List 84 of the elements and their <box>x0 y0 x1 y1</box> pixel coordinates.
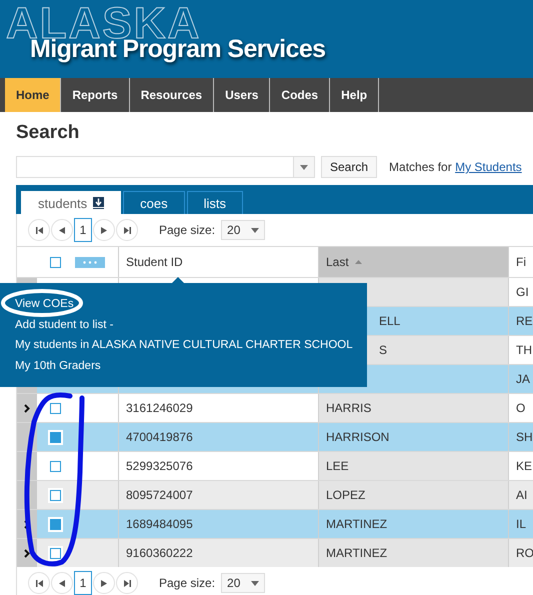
table-cell: 4700419876 <box>126 430 193 444</box>
table-cell: LOPEZ <box>326 488 366 502</box>
table-cell: SH <box>516 430 533 444</box>
last-page-button[interactable] <box>116 572 138 594</box>
menu-item[interactable]: Add student to list - <box>15 314 114 335</box>
table-cell: GI <box>516 285 529 299</box>
search-field[interactable] <box>16 156 315 178</box>
table-row[interactable]: 8095724007 LOPEZ AI <box>17 480 533 509</box>
previous-page-button[interactable] <box>51 219 73 241</box>
table-cell: 1689484095 <box>126 517 193 531</box>
right-triangle-icon <box>101 580 107 586</box>
row-checkbox[interactable] <box>50 548 61 558</box>
chevron-right-icon[interactable] <box>24 404 30 412</box>
nav-item[interactable]: Reports <box>61 78 130 112</box>
table-cell: RE <box>516 314 533 328</box>
menu-item[interactable]: My 10th Graders <box>15 356 101 376</box>
table-cell: 3161246029 <box>126 401 193 415</box>
row-checkbox[interactable] <box>50 518 61 530</box>
table-cell: MARTINEZ <box>326 517 388 531</box>
last-page-icon <box>124 226 130 234</box>
nav-item[interactable]: Users <box>214 78 270 112</box>
page-size-label: Page size: <box>159 223 216 237</box>
table-cell: JA <box>516 372 530 386</box>
table-row[interactable]: 5299325076 LEE KE <box>17 451 533 480</box>
table-row[interactable]: 4700419876 HARRISON SH <box>17 422 533 451</box>
table-cell: 8095724007 <box>126 488 193 502</box>
menu-item[interactable]: View COEs <box>15 294 74 314</box>
page-size-label: Page size: <box>159 576 216 590</box>
chevron-right-icon[interactable] <box>24 548 30 558</box>
table-cell: AI <box>516 488 528 502</box>
menu-item[interactable]: My students in ALASKA NATIVE CULTURAL CHARTER SCHOOL <box>15 335 353 356</box>
tab[interactable]: lists <box>186 191 244 214</box>
table-cell: LEE <box>326 459 349 473</box>
next-page-button[interactable] <box>93 219 115 241</box>
nav-item[interactable]: Codes <box>270 78 330 112</box>
first-page-icon <box>36 226 42 234</box>
matches-text: Matches for My Students <box>389 160 522 174</box>
last-page-button[interactable] <box>116 219 138 241</box>
table-cell: ELL <box>379 314 400 328</box>
nav-item[interactable]: Home <box>5 78 62 112</box>
table-cell: S <box>379 343 388 357</box>
row-checkbox[interactable] <box>50 432 61 442</box>
previous-page-button[interactable] <box>51 572 73 594</box>
search-button[interactable]: Search <box>321 156 378 178</box>
table-row[interactable]: 1689484095 MARTINEZ IL <box>17 509 533 538</box>
page-size-dropdown[interactable]: 20 <box>221 573 266 593</box>
next-page-button[interactable] <box>93 572 115 594</box>
table-cell: HARRIS <box>326 401 372 415</box>
row-checkbox[interactable] <box>50 490 61 500</box>
row-checkbox[interactable] <box>50 460 61 472</box>
page-size-dropdown[interactable]: 20 <box>221 220 266 240</box>
left-triangle-icon <box>59 580 65 586</box>
table-cell: KE <box>516 459 532 473</box>
left-triangle-icon <box>59 226 65 234</box>
caret-icon <box>251 228 260 232</box>
caret-icon <box>251 580 260 586</box>
first-page-button[interactable] <box>28 572 50 594</box>
right-triangle-icon <box>101 226 107 234</box>
table-cell: TH <box>516 343 532 357</box>
first-page-icon <box>36 580 42 586</box>
my-students-link[interactable]: My Students <box>455 160 522 174</box>
table-cell: O <box>516 401 526 415</box>
caret-icon <box>300 164 308 170</box>
dots-icon <box>83 260 97 264</box>
last-page-icon <box>124 580 130 586</box>
row-expander-cell[interactable] <box>17 394 37 422</box>
table-cell: 5299325076 <box>126 459 193 473</box>
table-cell: IL <box>516 517 526 531</box>
tab[interactable]: students <box>21 191 122 214</box>
column-header[interactable]: Last <box>319 247 509 277</box>
select-all-checkbox[interactable] <box>50 256 61 268</box>
table-cell: 9160360222 <box>126 546 193 560</box>
table-row[interactable]: 3161246029 HARRIS O <box>17 393 533 422</box>
nav-item[interactable]: Help <box>330 78 380 112</box>
page-title: Search <box>16 122 80 144</box>
table-cell: MARTINEZ <box>326 546 388 560</box>
row-checkbox[interactable] <box>50 402 61 414</box>
first-page-button[interactable] <box>28 219 50 241</box>
tab[interactable]: coes <box>123 191 185 214</box>
sort-ascending-icon <box>354 260 362 264</box>
current-page[interactable]: 1 <box>74 571 92 595</box>
nav-item[interactable]: Resources <box>130 78 214 112</box>
current-page[interactable]: 1 <box>74 218 92 242</box>
table-cell: HARRISON <box>326 430 390 444</box>
